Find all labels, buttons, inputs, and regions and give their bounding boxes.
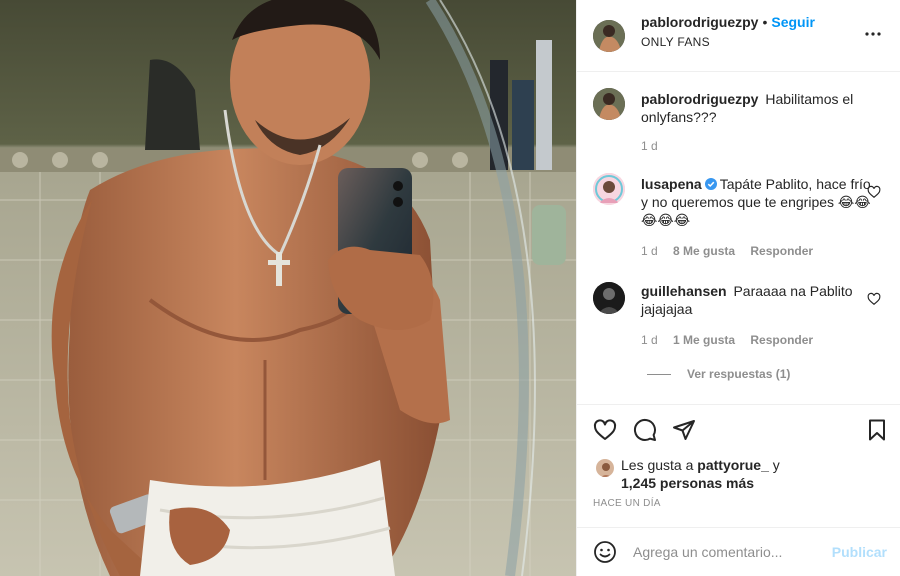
post-header: pablorodriguezpy • Seguir ONLY FANS (577, 0, 900, 72)
likes-line: Les gusta a pattyorue_ y (621, 456, 780, 474)
post-timestamp[interactable]: HACE UN DÍA (593, 498, 661, 509)
comment-input[interactable] (633, 540, 833, 564)
action-bar (577, 404, 900, 454)
more-icon[interactable] (861, 22, 885, 46)
share-icon[interactable] (672, 418, 696, 442)
author-avatar-small[interactable] (593, 88, 625, 120)
author-username[interactable]: pablorodriguezpy (641, 14, 758, 30)
comment-list: pablorodriguezpy Habilitamos el onlyfans… (577, 72, 900, 404)
comment-like-heart-icon[interactable] (867, 292, 881, 306)
likes-count[interactable]: 1,245 personas más (621, 474, 754, 492)
caption-meta: 1 d (641, 139, 670, 153)
comment-text: guillehansen Paraaaa na Pablito jajajaja… (641, 282, 877, 318)
caption-age[interactable]: 1 d (641, 139, 658, 153)
liker-avatar[interactable] (595, 458, 615, 478)
reply-button[interactable]: Responder (750, 333, 813, 347)
comment-meta: 1 d 1 Me gusta Responder (641, 333, 825, 347)
comment-like-heart-icon[interactable] (867, 185, 881, 199)
comment-age[interactable]: 1 d (641, 244, 658, 258)
caption-username[interactable]: pablorodriguezpy (641, 91, 758, 107)
caption-text: pablorodriguezpy Habilitamos el onlyfans… (641, 90, 877, 126)
comment-like-count[interactable]: 8 Me gusta (673, 244, 735, 258)
separator-dot: • (762, 14, 768, 30)
comment-like-count[interactable]: 1 Me gusta (673, 333, 735, 347)
comment-icon[interactable] (633, 418, 657, 442)
comment-meta: 1 d 8 Me gusta Responder (641, 244, 825, 258)
commenter-avatar[interactable] (593, 173, 625, 205)
post-side-panel: pablorodriguezpy • Seguir ONLY FANS pablor… (576, 0, 900, 576)
publish-button[interactable]: Publicar (832, 544, 887, 560)
comment-text: lusapena Tapáte Pablito, hace frío y no q… (641, 175, 877, 229)
emoji-icon[interactable] (593, 540, 617, 564)
view-replies-button[interactable]: Ver respuestas (1) (647, 367, 790, 381)
follow-button[interactable]: Seguir (771, 14, 815, 30)
comment-username[interactable]: guillehansen (641, 283, 727, 299)
liker-username[interactable]: pattyorue_ (697, 457, 769, 473)
comment-username[interactable]: lusapena (641, 176, 702, 192)
commenter-avatar[interactable] (593, 282, 625, 314)
heart-icon[interactable] (593, 418, 617, 442)
bookmark-icon[interactable] (865, 418, 889, 442)
post-subtitle: ONLY FANS (641, 35, 710, 49)
comment-age[interactable]: 1 d (641, 333, 658, 347)
likes-suffix: y (772, 457, 780, 473)
likes-prefix: Les gusta a (621, 457, 694, 473)
post-photo[interactable] (0, 0, 576, 576)
verified-badge-icon (704, 178, 717, 190)
author-avatar[interactable] (593, 20, 625, 52)
reply-button[interactable]: Responder (750, 244, 813, 258)
comment-composer: Publicar (577, 527, 900, 576)
header-user-line: pablorodriguezpy • Seguir (641, 14, 815, 30)
